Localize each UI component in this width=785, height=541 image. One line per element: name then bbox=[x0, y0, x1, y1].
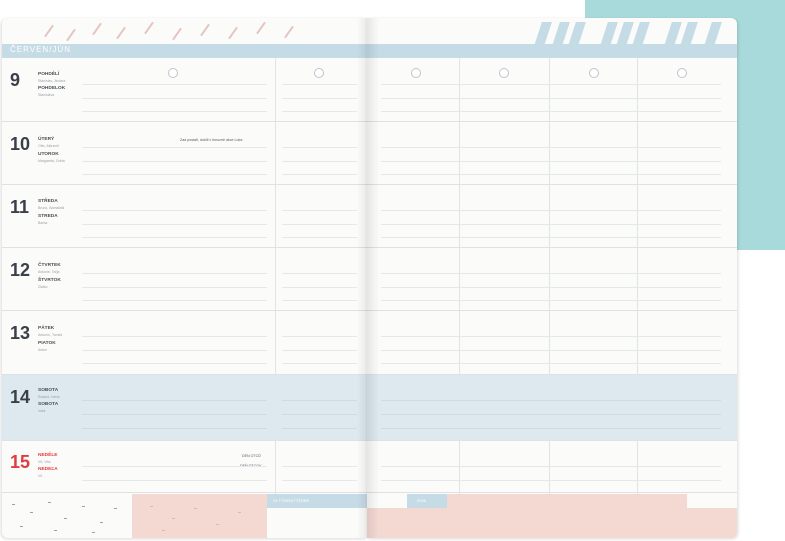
column-icon bbox=[499, 68, 509, 78]
column-icon bbox=[677, 68, 687, 78]
day-names-sk: Barba bbox=[38, 221, 48, 225]
row-separator bbox=[367, 310, 737, 311]
row-separator bbox=[2, 310, 367, 311]
column-icon bbox=[589, 68, 599, 78]
decor-dash bbox=[228, 26, 238, 40]
day-names-sk: Margaréta, Gréta bbox=[38, 159, 65, 163]
day-row: 13 PÁTEK Antonín, Tomáš PIATOK Anton bbox=[2, 310, 367, 374]
day-name-sk: NEDEĽA bbox=[38, 467, 58, 472]
day-name-cz: SOBOTA bbox=[38, 388, 59, 393]
day-name-sk: SOBOTA bbox=[38, 402, 59, 407]
day-names-sk: Vasil bbox=[38, 409, 46, 413]
day-name-cz: ÚTERÝ bbox=[38, 137, 55, 142]
row-separator bbox=[367, 121, 737, 122]
weekend-shade bbox=[367, 374, 737, 440]
day-name-cz: ČTVRTEK bbox=[38, 263, 61, 268]
month-label: ČERVEN/JÚN bbox=[10, 45, 71, 54]
day-names-cz: Vít, Víta bbox=[38, 460, 51, 464]
day-name-sk: STREDA bbox=[38, 214, 58, 219]
year-label: 2026 bbox=[417, 498, 426, 503]
left-page: ČERVEN/JÚN 9 POHDĚLÍ Stanislav, Jindara … bbox=[2, 18, 367, 538]
year-footer-bar: 2026 bbox=[407, 494, 447, 508]
day-number: 15 bbox=[10, 452, 31, 472]
decor-dash bbox=[66, 28, 76, 42]
row-separator bbox=[2, 492, 367, 493]
row-separator bbox=[367, 247, 737, 248]
day-names-cz: Bruno, Barnabáš bbox=[38, 206, 65, 210]
row-separator bbox=[2, 184, 367, 185]
month-header-bar: ČERVEN/JÚN bbox=[2, 44, 367, 58]
decor-dash bbox=[92, 22, 102, 36]
day-names-cz: Antonie, Taťja bbox=[38, 270, 60, 274]
day-names-cz: Stanislav, Jindara bbox=[38, 79, 66, 83]
day-row: 14 SOBOTA Roland, Herta SOBOTA Vasil bbox=[2, 374, 367, 440]
day-name-sk: ŠTVRTOK bbox=[38, 278, 61, 283]
day-names-sk: Vít bbox=[38, 474, 43, 478]
decor-pink-block bbox=[367, 508, 737, 538]
row-separator bbox=[367, 492, 737, 493]
book-spine bbox=[357, 18, 379, 538]
row-separator bbox=[2, 440, 367, 441]
day-names-sk: Zlatko bbox=[38, 285, 48, 289]
week-label: 24 TÝDEN/TÝŽDEŇ bbox=[273, 498, 310, 503]
decor-dash bbox=[172, 27, 182, 41]
day-name-cz: PÁTEK bbox=[38, 326, 55, 331]
event-note: Zaa postaři, dobili v hmozně akce Loka bbox=[180, 138, 243, 142]
row-separator bbox=[2, 121, 367, 122]
decor-dash bbox=[44, 24, 54, 38]
right-page: 2026 bbox=[367, 18, 737, 538]
day-number: 9 bbox=[10, 70, 21, 90]
day-number: 11 bbox=[10, 197, 30, 217]
decor-pink-block bbox=[447, 494, 687, 508]
decor-stripes bbox=[507, 22, 727, 52]
decor-dash bbox=[144, 21, 154, 35]
day-number: 14 bbox=[10, 387, 31, 407]
day-names-cz: Antonín, Tomáš bbox=[38, 333, 63, 337]
day-names-sk: Stanislava bbox=[38, 93, 55, 97]
holiday-note: DEN OTCŮ bbox=[242, 454, 261, 458]
day-number: 13 bbox=[10, 323, 31, 343]
decor-pink-block bbox=[132, 494, 267, 538]
decor-dash bbox=[200, 23, 210, 37]
day-names-cz: Otto, Albrecht bbox=[38, 144, 60, 148]
row-separator bbox=[367, 184, 737, 185]
day-name-cz: STŘEDA bbox=[38, 199, 58, 204]
day-name-cz: POHDĚLÍ bbox=[38, 72, 60, 77]
decor-dash bbox=[284, 25, 294, 39]
day-number: 10 bbox=[10, 134, 31, 154]
day-name-sk: PIATOK bbox=[38, 341, 56, 346]
day-name-sk: POHDELOK bbox=[38, 86, 66, 91]
decor-dash bbox=[256, 21, 266, 35]
row-separator bbox=[367, 440, 737, 441]
day-names-sk: Anton bbox=[38, 348, 48, 352]
day-names-cz: Roland, Herta bbox=[38, 395, 60, 399]
day-number: 12 bbox=[10, 260, 31, 280]
row-separator bbox=[367, 374, 737, 375]
row-separator bbox=[2, 374, 367, 375]
day-name-sk: UTOROK bbox=[38, 152, 59, 157]
row-separator bbox=[2, 247, 367, 248]
column-icon bbox=[411, 68, 421, 78]
planner-spread: ČERVEN/JÚN 9 POHDĚLÍ Stanislav, Jindara … bbox=[2, 18, 737, 538]
day-name-cz: NEDĚLE bbox=[38, 453, 58, 458]
decor-dash bbox=[116, 26, 126, 40]
week-footer-bar: 24 TÝDEN/TÝŽDEŇ bbox=[267, 494, 367, 508]
